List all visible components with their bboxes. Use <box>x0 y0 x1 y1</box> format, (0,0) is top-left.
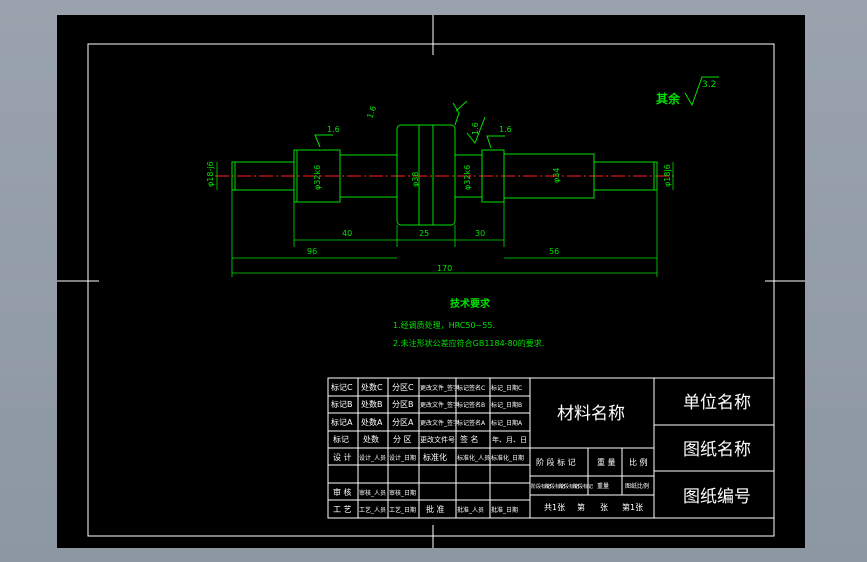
scale-value: 图纸比例 <box>625 482 649 490</box>
cell: 签 名 <box>460 434 479 444</box>
drawing-number: 图纸编号 <box>683 487 751 507</box>
stage-header: 阶 段 标 记 <box>536 457 576 467</box>
cell: 处数C <box>361 382 383 392</box>
drawing-name: 图纸名称 <box>683 440 751 460</box>
cell: 标记签名A <box>457 419 486 427</box>
tech-item-1: 1.经调质处理，HRC50~55. <box>393 320 495 330</box>
sheet-label-b: 张 <box>600 503 608 512</box>
stage-value-4: 阶段标记 <box>573 483 593 490</box>
cell: 标记 <box>333 434 349 444</box>
cell: 更改文件_签字 <box>420 419 459 427</box>
cad-drawing: 40 25 30 96 56 170 φ18-j6 φ32k6 φ38 φ32k… <box>57 15 805 548</box>
cell: 标记签名B <box>457 401 485 409</box>
material-name: 材料名称 <box>557 404 625 424</box>
dim-total: 170 <box>437 264 452 273</box>
cell: 处数A <box>361 417 383 427</box>
weight-header: 重 量 <box>597 457 616 467</box>
sheet-number: 第1张 <box>622 502 643 512</box>
scale-header: 比 例 <box>629 457 648 467</box>
cell: 工艺_日期 <box>389 506 416 514</box>
weight-value: 重量 <box>597 482 609 490</box>
cell: 分区A <box>392 418 414 427</box>
cell: 审核_日期 <box>389 489 416 497</box>
cell: 标准化_人员 <box>457 454 490 462</box>
finish-note-prefix: 其余 <box>656 91 681 106</box>
sheet-border <box>57 15 805 548</box>
cell: 设计_日期 <box>389 454 416 462</box>
cell: 更改文件_签字 <box>420 384 459 392</box>
dia-right-end: φ18j6 <box>663 164 672 187</box>
cell: 标记_日期C <box>491 384 522 392</box>
cell: 审核_人员 <box>359 489 386 497</box>
dia-left-journal: φ32k6 <box>313 165 322 190</box>
dimension-lines <box>216 162 674 277</box>
cell: 更改文件_签字 <box>420 401 459 409</box>
cell: 更改文件号 <box>420 435 455 444</box>
tech-title: 技术要求 <box>450 297 491 310</box>
sheet-total: 共1张 <box>544 503 565 512</box>
dim-25: 25 <box>419 229 429 238</box>
roughness-mark-4: 1.6 <box>499 125 512 134</box>
cell: 设 计 <box>333 452 352 462</box>
dia-collar: φ38 <box>411 172 420 187</box>
cell: 批准_日期 <box>491 506 518 514</box>
cell: 设计_人员 <box>359 454 386 462</box>
cell: 标记A <box>331 417 353 427</box>
cell: 分 区 <box>393 435 412 444</box>
dim-96: 96 <box>307 247 317 256</box>
cell: 处数B <box>361 399 383 409</box>
dim-30: 30 <box>475 229 485 238</box>
drawing-sheet: 40 25 30 96 56 170 φ18-j6 φ32k6 φ38 φ32k… <box>57 15 805 548</box>
finish-note-value: 3.2 <box>702 80 716 90</box>
cell: 批准_人员 <box>457 506 484 514</box>
dia-left-end: φ18-j6 <box>206 161 215 187</box>
cell: 工 艺 <box>333 505 352 514</box>
cell: 标记签名C <box>457 384 485 392</box>
roughness-mark-1: 1.6 <box>327 125 340 134</box>
dim-40: 40 <box>342 229 352 238</box>
cell: 年、月、日 <box>492 435 527 444</box>
tech-item-2: 2.未注形状公差应符合GB1184-80的要求. <box>393 338 544 348</box>
cell: 标记_日期B <box>491 401 522 409</box>
dia-right-journal: φ32k6 <box>463 165 472 190</box>
cell: 标记B <box>331 399 353 409</box>
cell: 工艺_人员 <box>359 506 386 514</box>
cell: 标记C <box>331 382 353 392</box>
cell: 审 核 <box>333 487 352 497</box>
cell: 处数 <box>363 434 379 444</box>
dia-right-mid: φ34 <box>552 168 561 183</box>
roughness-mark-2: 1.6 <box>365 105 378 120</box>
roughness-mark-3: 1.6 <box>471 122 480 135</box>
cell: 分区C <box>392 383 414 392</box>
sheet-label-a: 第 <box>577 502 585 512</box>
cell: 分区B <box>392 400 414 409</box>
shaft-outline <box>231 124 658 226</box>
cell: 标记_日期A <box>491 419 523 427</box>
dim-56: 56 <box>549 247 559 256</box>
unit-name: 单位名称 <box>683 393 751 413</box>
cell: 标准化 <box>423 452 447 462</box>
cell: 批 准 <box>426 504 445 514</box>
cell: 标准化_日期 <box>491 454 524 462</box>
